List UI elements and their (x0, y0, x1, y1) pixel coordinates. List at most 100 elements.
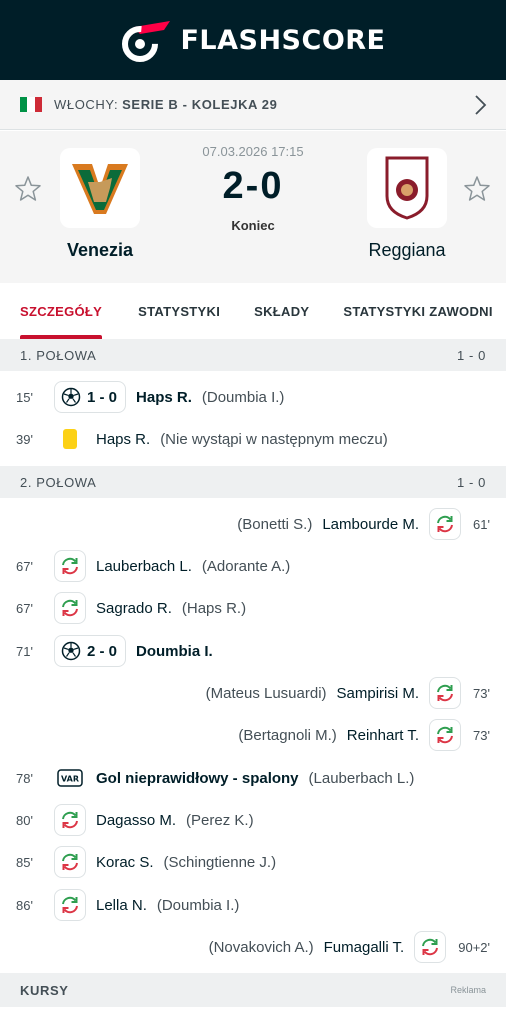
substitution-badge (54, 592, 86, 624)
tab-player-statistics[interactable]: STATYSTYKI ZAWODNI (343, 283, 492, 339)
substitution-icon (62, 853, 78, 871)
chevron-right-icon[interactable] (468, 93, 492, 117)
incident-row[interactable]: 67' Lauberbach L. (Adorante A.) (0, 545, 506, 587)
substitution-badge (429, 677, 462, 709)
favorite-star-icon[interactable] (463, 175, 491, 203)
player-name[interactable]: Sagrado R. (96, 600, 172, 617)
first-half-header: 1. POŁOWA 1 - 0 (0, 339, 506, 371)
assist-name[interactable]: (Adorante A.) (202, 558, 290, 575)
incident-row[interactable]: 15' 1 - 0 Haps R. (Doumbia I.) (0, 376, 506, 418)
incident-row[interactable]: 39' Haps R. (Nie wystąpi w następnym mec… (0, 418, 506, 460)
ad-label: Reklama (450, 985, 486, 995)
section-label: 1. POŁOWA (20, 347, 97, 363)
assist-name[interactable]: (Doumbia I.) (202, 389, 285, 406)
player-name[interactable]: Fumagalli T. (324, 939, 405, 956)
assist-name[interactable]: (Doumbia I.) (157, 897, 240, 914)
incident-minute: 15' (16, 389, 33, 405)
substitution-badge (54, 889, 86, 921)
player-name[interactable]: Lauberbach L. (96, 558, 192, 575)
brand-name: FLASHSCORE (180, 24, 386, 56)
assist-name[interactable]: (Bonetti S.) (237, 516, 312, 533)
player-name[interactable]: Korac S. (96, 854, 154, 871)
app-header: FLASHSCORE (0, 0, 506, 80)
assist-name[interactable]: (Haps R.) (182, 600, 246, 617)
league-country: WŁOCHY: (54, 97, 119, 112)
incident-minute: 67' (16, 558, 33, 574)
away-team[interactable]: Reggiana (347, 148, 467, 261)
substitution-icon (62, 811, 78, 829)
incident-minute: 61' (473, 516, 490, 532)
incident-minute: 80' (16, 812, 33, 828)
player-name[interactable]: Doumbia I. (136, 643, 213, 660)
player-name[interactable]: Lella N. (96, 897, 147, 914)
soccer-ball-icon (61, 387, 81, 407)
incident-row[interactable]: 78' VAR Gol nieprawidłowy - spalony (Lau… (0, 757, 506, 799)
substitution-icon (62, 599, 78, 617)
assist-name[interactable]: (Schingtienne J.) (164, 854, 277, 871)
player-name[interactable]: Haps R. (136, 389, 192, 406)
incident-row[interactable]: (Bertagnoli M.) Reinhart T. 73' (0, 714, 506, 756)
home-team-name: Venezia (66, 240, 134, 260)
tab-lineups[interactable]: SKŁADY (254, 283, 309, 339)
match-header: Venezia 07.03.2026 17:15 2-0 Koniec Regg… (0, 131, 506, 283)
substitution-icon (437, 684, 454, 702)
substitution-icon (62, 557, 78, 575)
substitution-badge (429, 719, 462, 751)
incident-minute: 85' (16, 854, 33, 870)
var-badge: VAR (54, 762, 86, 794)
goal-badge: 1 - 0 (54, 381, 127, 413)
substitution-badge (429, 508, 462, 540)
player-name[interactable]: Dagasso M. (96, 812, 176, 829)
match-tabs: SZCZEGÓŁY STATYSTYKI SKŁADY STATYSTYKI Z… (0, 283, 506, 339)
league-name: SERIE B - KOLEJKA 29 (122, 97, 278, 112)
substitution-badge (54, 846, 86, 878)
goal-badge: 2 - 0 (54, 635, 127, 667)
incident-row[interactable]: 71' 2 - 0 Doumbia I. (0, 630, 506, 672)
incident-minute: 78' (16, 770, 33, 786)
player-name[interactable]: Haps R. (96, 431, 150, 448)
var-icon: VAR (57, 769, 83, 787)
player-name[interactable]: Sampirisi M. (337, 685, 420, 702)
odds-label: KURSY (20, 982, 69, 998)
substitution-icon (422, 938, 439, 956)
incident-minute: 73' (473, 685, 490, 701)
assist-name[interactable]: (Novakovich A.) (209, 939, 314, 956)
assist-name[interactable]: (Mateus Lusuardi) (206, 685, 327, 702)
section-score: 1 - 0 (456, 347, 486, 363)
assist-name[interactable]: (Bertagnoli M.) (238, 727, 336, 744)
incident-minute: 67' (16, 600, 33, 616)
substitution-icon (62, 896, 78, 914)
incident-row[interactable]: (Mateus Lusuardi) Sampirisi M. 73' (0, 672, 506, 714)
incident-row[interactable]: 86' Lella N. (Doumbia I.) (0, 884, 506, 926)
flashscore-logo[interactable]: FLASHSCORE (120, 17, 385, 63)
odds-section-header: KURSY Reklama (0, 973, 506, 1007)
assist-name[interactable]: (Perez K.) (186, 812, 254, 829)
incident-row[interactable]: 85' Korac S. (Schingtienne J.) (0, 841, 506, 883)
second-half-header: 2. POŁOWA 1 - 0 (0, 466, 506, 498)
assist-name[interactable]: (Lauberbach L.) (309, 770, 415, 787)
yellow-card-icon (63, 429, 77, 449)
soccer-ball-icon (61, 641, 81, 661)
away-team-name: Reggiana (368, 240, 446, 260)
goal-score: 2 - 0 (87, 642, 118, 660)
card-reason: (Nie wystąpi w następnym meczu) (160, 430, 388, 448)
reggiana-logo (367, 148, 447, 228)
incident-minute: 39' (16, 431, 33, 447)
incident-row[interactable]: (Novakovich A.) Fumagalli T. 90+2' (0, 926, 506, 968)
substitution-badge (54, 804, 86, 836)
tab-statistics[interactable]: STATYSTYKI (138, 283, 220, 339)
player-name[interactable]: Reinhart T. (347, 727, 419, 744)
incident-row[interactable]: 80' Dagasso M. (Perez K.) (0, 799, 506, 841)
yellow-card-badge (54, 423, 86, 455)
league-bar[interactable]: WŁOCHY: SERIE B - KOLEJKA 29 (0, 80, 506, 130)
player-name[interactable]: Lambourde M. (322, 516, 419, 533)
incident-row[interactable]: 67' Sagrado R. (Haps R.) (0, 587, 506, 629)
incident-minute: 73' (473, 727, 490, 743)
incident-row[interactable]: (Bonetti S.) Lambourde M. 61' (0, 503, 506, 545)
incident-minute: 86' (16, 897, 33, 913)
tab-details[interactable]: SZCZEGÓŁY (20, 283, 103, 339)
substitution-icon (437, 726, 454, 744)
incident-minute: 90+2' (458, 939, 490, 955)
flashscore-logo-icon (122, 21, 171, 62)
var-label: VAR (61, 775, 79, 784)
